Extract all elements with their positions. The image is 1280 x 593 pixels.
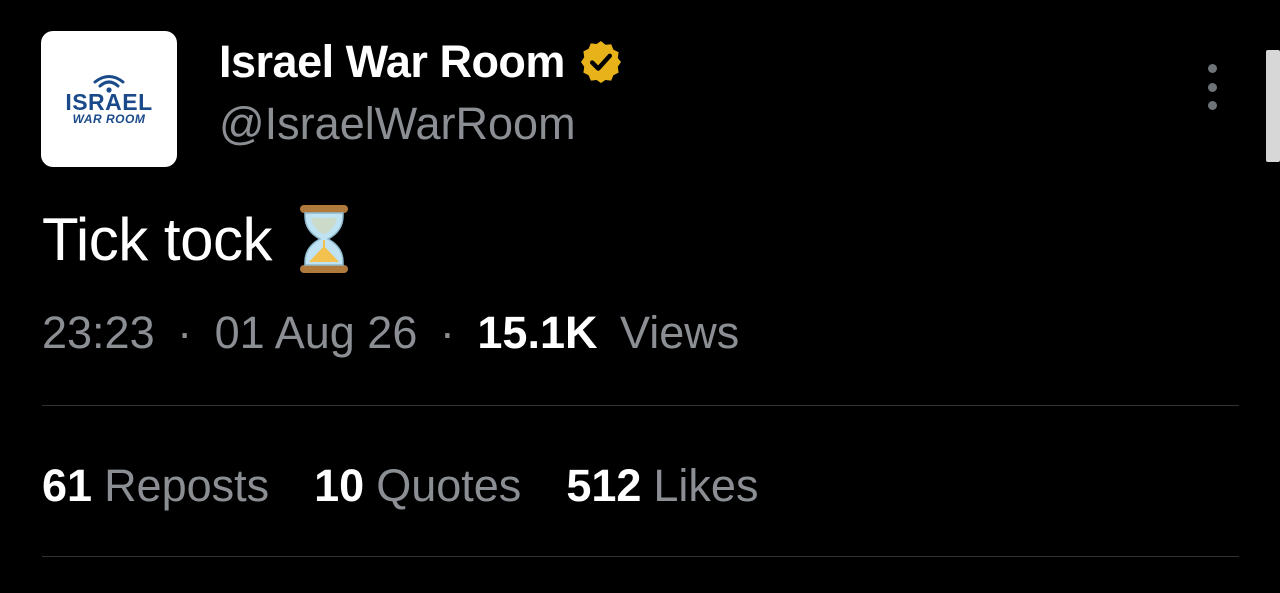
views-count: 15.1K <box>477 307 598 358</box>
tweet-metadata: 23:23 · 01 Aug 26 · 15.1K Views <box>42 307 739 359</box>
more-dot-icon <box>1207 101 1217 110</box>
author-handle[interactable]: @IsraelWarRoom <box>219 98 576 150</box>
more-dot-icon <box>1207 82 1217 92</box>
likes-stat[interactable]: 512 Likes <box>566 460 758 512</box>
reposts-count: 61 <box>42 460 93 511</box>
hourglass-icon <box>299 205 348 273</box>
reposts-label: Reposts <box>104 460 270 511</box>
tweet-time[interactable]: 23:23 <box>42 307 155 358</box>
divider <box>42 405 1239 406</box>
quotes-count: 10 <box>314 460 365 511</box>
engagement-stats: 61 Reposts 10 Quotes 512 Likes <box>42 460 803 512</box>
separator-dot: · <box>177 307 193 358</box>
tweet-body: Tick tock <box>42 204 350 274</box>
avatar[interactable]: ISRAEL WAR ROOM <box>41 31 177 167</box>
likes-label: Likes <box>653 460 759 511</box>
more-dot-icon <box>1207 64 1217 73</box>
quotes-stat[interactable]: 10 Quotes <box>314 460 521 512</box>
avatar-logo-line1: ISRAEL <box>65 88 153 115</box>
tweet-date[interactable]: 01 Aug 26 <box>215 307 418 358</box>
author-display-name[interactable]: Israel War Room <box>219 36 625 88</box>
scrollbar-thumb[interactable] <box>1266 50 1280 162</box>
more-options-button[interactable] <box>1200 64 1224 110</box>
quotes-label: Quotes <box>376 460 522 511</box>
likes-count: 512 <box>566 460 642 511</box>
tweet-text: Tick tock <box>42 205 272 273</box>
author-display-name-text[interactable]: Israel War Room <box>219 36 565 88</box>
separator-dot: · <box>439 307 455 358</box>
views-label: Views <box>620 307 740 358</box>
avatar-logo-line2: WAR ROOM <box>72 111 146 126</box>
verified-badge-icon <box>580 41 621 83</box>
reposts-stat[interactable]: 61 Reposts <box>42 460 269 512</box>
tweet-view: ISRAEL WAR ROOM Israel War Room @IsraelW… <box>0 0 1280 593</box>
divider <box>42 556 1239 557</box>
